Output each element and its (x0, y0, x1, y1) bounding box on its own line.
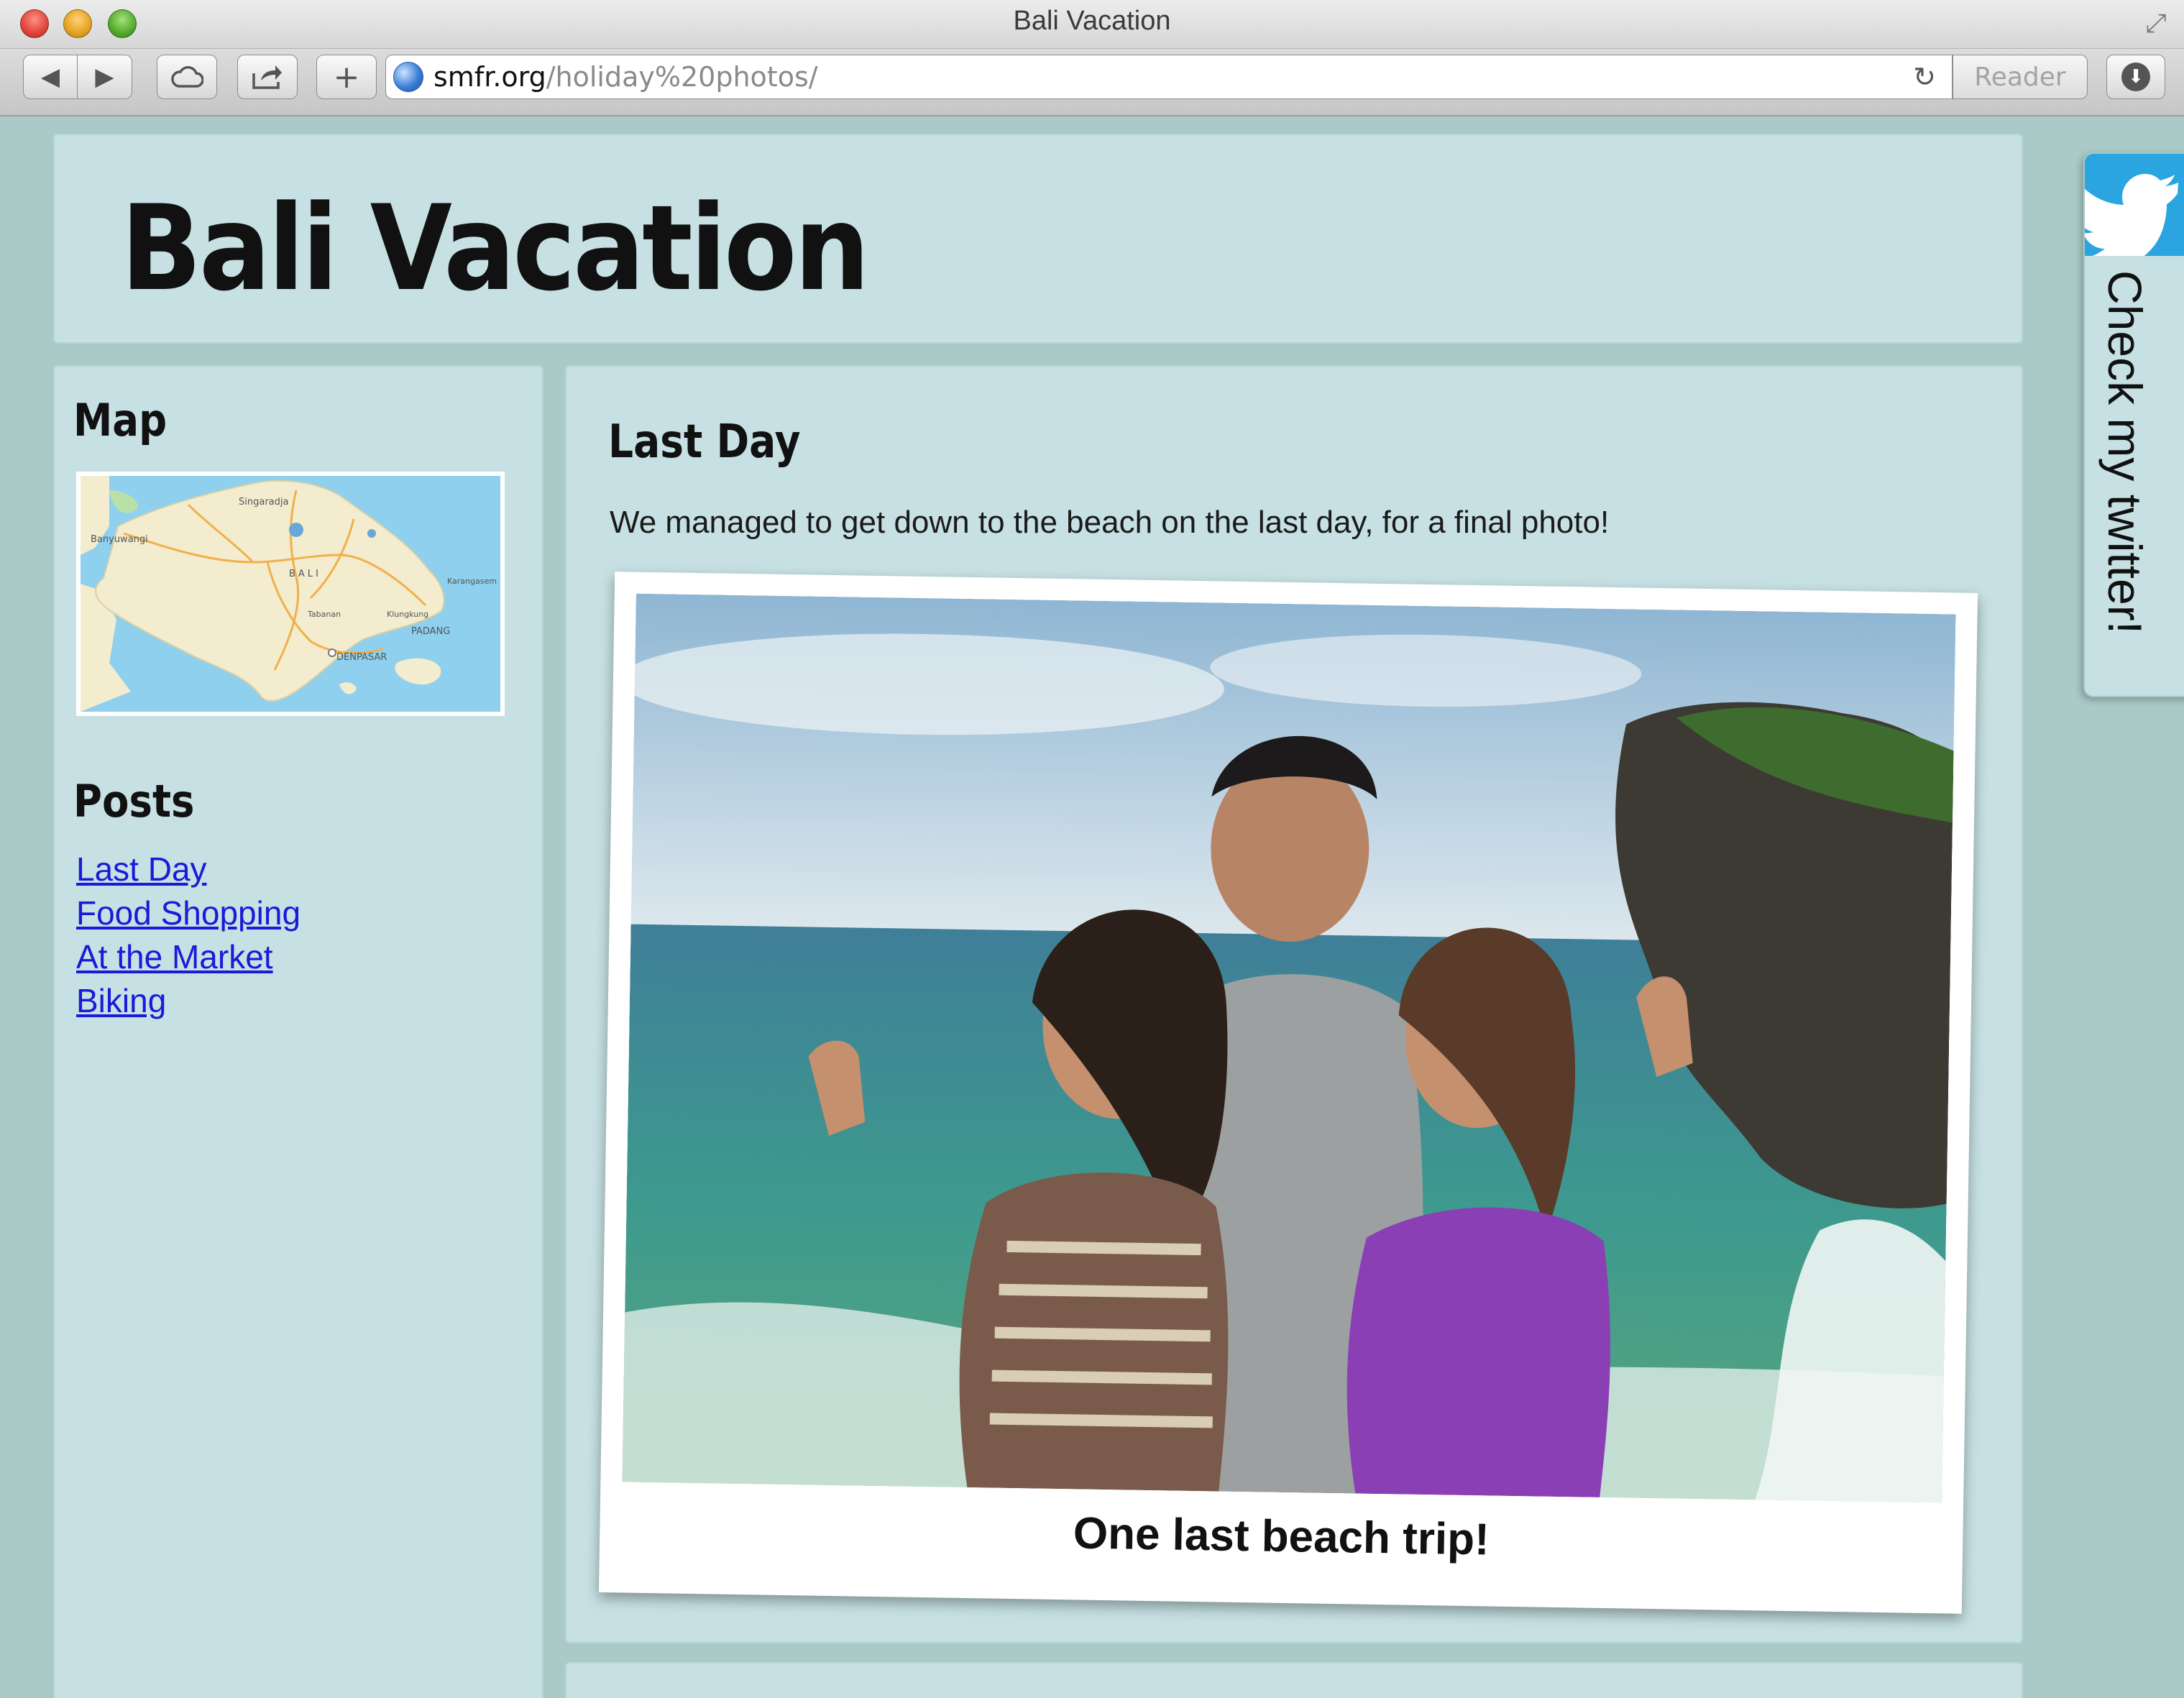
browser-toolbar: ◀ ▶ + smfr.org/holiday%20photos/ ↻ Reade… (0, 49, 2184, 116)
plus-icon: + (333, 58, 360, 96)
next-post-panel (565, 1662, 2023, 1698)
map-heading: Map (73, 394, 168, 446)
map-graphic: Singaradja Banyuwangi BALI Karangasem Ta… (81, 476, 500, 712)
map-label-singaradja: Singaradja (239, 497, 288, 508)
post-link-biking[interactable]: Biking (76, 982, 166, 1019)
map-label-denpasar: DENPASAR (336, 652, 387, 663)
post-panel: Last Day We managed to get down to the b… (565, 365, 2023, 1643)
list-item: Food Shopping (76, 894, 300, 937)
beach-photo[interactable] (622, 593, 1956, 1503)
post-link-food-shopping[interactable]: Food Shopping (76, 894, 300, 932)
window-titlebar: Bali Vacation ⤢ (0, 0, 2184, 49)
downloads-button[interactable]: ⬇ (2106, 55, 2165, 99)
map-label-bali: BALI (289, 569, 321, 579)
list-item: Biking (76, 981, 300, 1025)
photo-caption: One last beach trip! (1073, 1508, 1490, 1565)
window-title: Bali Vacation (1013, 6, 1171, 36)
url-domain: smfr.org (433, 61, 546, 93)
url-field[interactable]: smfr.org/holiday%20photos/ (433, 61, 818, 93)
site-title: Bali Vacation (121, 180, 870, 317)
back-arrow-icon: ◀ (40, 63, 60, 91)
map-label-padang: PADANG (411, 626, 450, 637)
map-label-karangasem: Karangasem (447, 577, 497, 586)
reload-icon: ↻ (1913, 61, 1936, 93)
twitter-tab-label: Check my twitter! (2098, 270, 2152, 635)
globe-icon (393, 62, 423, 92)
bali-map-image[interactable]: Singaradja Banyuwangi BALI Karangasem Ta… (76, 472, 505, 716)
icloud-tabs-button[interactable] (157, 55, 217, 99)
url-path: /holiday%20photos/ (546, 61, 818, 93)
post-body-text: We managed to get down to the beach on t… (610, 505, 1610, 540)
fullscreen-icon[interactable]: ⤢ (2141, 9, 2171, 39)
new-tab-button[interactable]: + (316, 55, 377, 99)
address-bar[interactable]: smfr.org/holiday%20photos/ ↻ (385, 55, 1953, 99)
posts-list: Last Day Food Shopping At the Market Bik… (76, 850, 300, 1025)
cloud-icon (171, 65, 203, 88)
sidebar: Map Singaradja Banyuwangi BALI Karangase… (53, 365, 543, 1698)
back-button[interactable]: ◀ (23, 55, 78, 99)
share-icon (252, 65, 282, 89)
list-item: At the Market (76, 937, 300, 981)
post-link-at-the-market[interactable]: At the Market (76, 938, 273, 976)
download-icon: ⬇ (2121, 63, 2150, 91)
web-page: Bali Vacation Map Singaradja Banyuwangi … (0, 116, 2184, 1698)
map-label-klungkung: Klungkung (387, 610, 428, 619)
map-label-tabanan: Tabanan (307, 610, 341, 619)
posts-heading: Posts (73, 775, 195, 827)
post-title: Last Day (608, 416, 801, 469)
photo-card: One last beach trip! (598, 572, 1978, 1614)
beach-photo-graphic (622, 593, 1956, 1503)
list-item: Last Day (76, 850, 300, 894)
forward-arrow-icon: ▶ (95, 63, 114, 91)
twitter-bird-icon (2085, 173, 2178, 270)
twitter-icon-box (2085, 154, 2184, 270)
twitter-tab[interactable]: Check my twitter! (2083, 152, 2184, 697)
map-label-banyuwangi: Banyuwangi (91, 534, 148, 545)
forward-button[interactable]: ▶ (78, 55, 132, 99)
site-header: Bali Vacation (53, 134, 2023, 344)
post-link-last-day[interactable]: Last Day (76, 850, 207, 888)
reload-button[interactable]: ↻ (1913, 61, 1936, 93)
share-button[interactable] (237, 55, 298, 99)
reader-button[interactable]: Reader (1953, 55, 2088, 99)
